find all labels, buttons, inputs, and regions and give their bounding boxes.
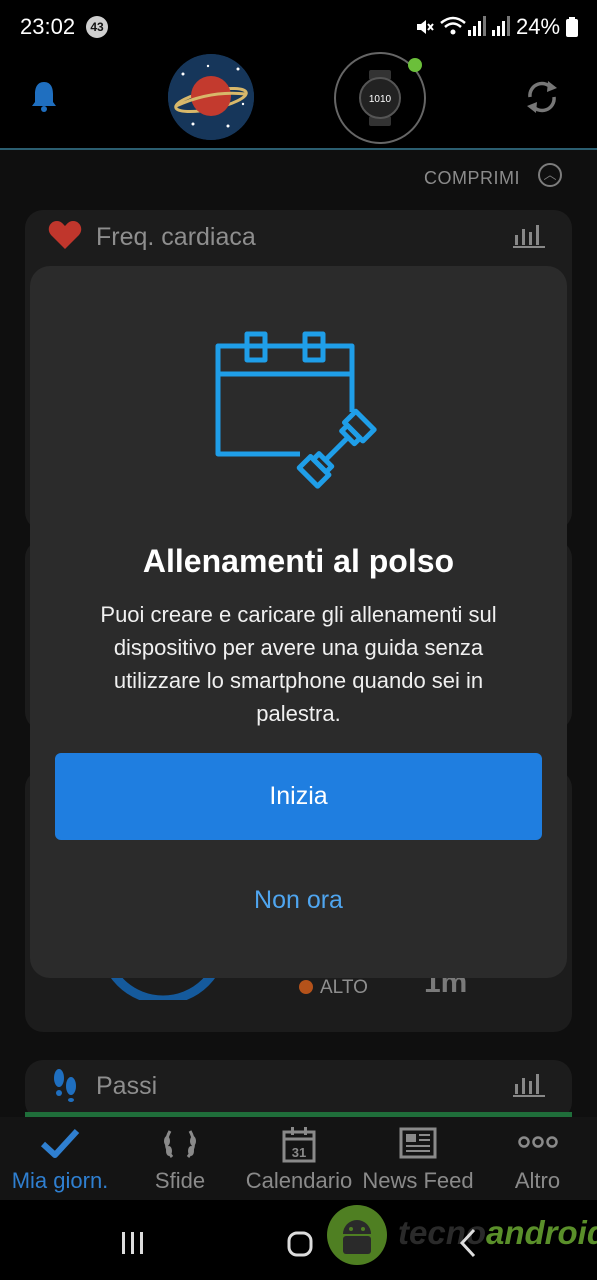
nav-label: Sfide [154,1168,206,1193]
android-logo-icon [326,1204,388,1271]
watch-icon: 1010 [355,70,405,131]
watch-face-text: 1010 [369,94,392,105]
bar-chart-icon[interactable] [513,223,545,254]
laurel-icon [160,1127,200,1166]
planet-avatar-icon [168,54,254,140]
calendar-icon: 31 [282,1127,316,1168]
app-header [0,52,597,150]
calendar-dumbbell-icon [212,328,387,505]
heart-rate-title: Freq. cardiaca [96,223,256,251]
nav-calendar[interactable]: 31 Calendario [240,1117,358,1200]
nav-label: Mia giorn. [11,1168,109,1193]
nav-label: Altro [514,1168,561,1193]
modal-title: Allenamenti al polso [142,543,455,579]
battery-percentage: 24% [516,14,561,39]
more-icon [517,1127,558,1162]
check-icon [40,1127,80,1164]
nav-label: Calendario [245,1168,353,1193]
chevron-up-icon[interactable]: ︿ [538,163,562,187]
sync-icon[interactable] [524,78,560,121]
mute-icon [414,17,434,42]
nav-my-day[interactable]: Mia giorn. [0,1117,120,1200]
footprints-icon [50,1068,80,1107]
modal-body-text: Puoi creare e caricare gli allenamenti s… [100,602,497,726]
nav-label: News Feed [362,1168,474,1193]
connection-status-dot [408,58,422,72]
stress-level-dot [299,980,313,994]
status-time: 23:02 [20,14,76,39]
bell-icon[interactable] [30,80,58,117]
recent-apps-icon[interactable] [120,1230,146,1261]
calendar-day-number: 31 [292,1145,306,1160]
nav-news-feed[interactable]: News Feed [358,1117,478,1200]
stress-level-label: ALTO [320,977,368,998]
nav-more[interactable]: Altro [478,1117,597,1200]
watermark-part-2: android [486,1214,597,1251]
nav-challenges[interactable]: Sfide [120,1117,240,1200]
home-icon[interactable] [286,1230,314,1263]
notification-count-badge: 43 [86,16,108,38]
newspaper-icon [399,1127,437,1164]
not-now-button[interactable]: Non ora [30,886,567,915]
wifi-icon [440,16,466,43]
heart-icon [48,220,82,255]
start-button[interactable]: Inizia [55,753,542,840]
battery-icon [566,17,578,42]
steps-title: Passi [96,1072,158,1100]
avatar[interactable] [168,54,254,140]
watermark: tecnoandroid [398,1214,597,1252]
back-icon[interactable] [458,1228,478,1263]
signal-icon [468,16,512,41]
collapse-label[interactable]: COMPRIMI [424,168,520,189]
bar-chart-icon[interactable] [513,1072,545,1103]
